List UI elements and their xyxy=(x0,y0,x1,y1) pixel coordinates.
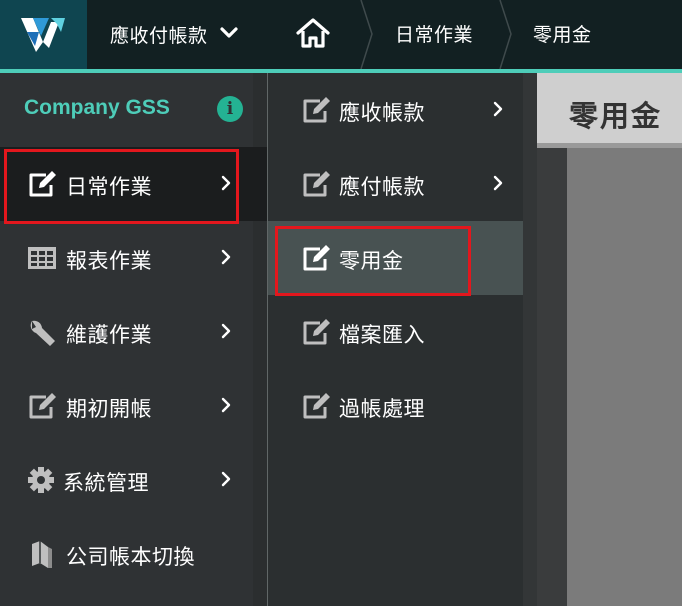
submenu-item-label: 零用金 xyxy=(339,249,404,273)
table-icon xyxy=(28,247,56,269)
chevron-right-icon xyxy=(221,249,231,265)
chevron-right-icon xyxy=(493,101,503,117)
gear-icon xyxy=(28,467,54,493)
content-area xyxy=(567,148,682,606)
chevron-right-icon xyxy=(221,175,231,191)
edit-icon xyxy=(29,393,56,419)
home-icon xyxy=(296,18,330,48)
sidebar-item-label: 期初開帳 xyxy=(66,397,152,421)
submenu-item-accounts-receivable[interactable]: 應收帳款 xyxy=(268,73,524,147)
sidebar-item-switch-company-ledger[interactable]: 公司帳本切換 xyxy=(0,517,253,591)
submenu-item-accounts-payable[interactable]: 應付帳款 xyxy=(268,147,524,221)
module-selector-label: 應收付帳款 xyxy=(110,25,208,47)
edit-icon xyxy=(303,171,330,197)
sidebar-item-label: 日常作業 xyxy=(66,175,152,199)
edit-icon xyxy=(303,393,330,419)
edit-icon xyxy=(303,319,330,345)
sidebar-item-label: 公司帳本切換 xyxy=(66,545,195,569)
wrench-icon xyxy=(30,320,55,346)
sidebar-item-maintenance[interactable]: 維護作業 xyxy=(0,295,253,369)
submenu-item-file-import[interactable]: 檔案匯入 xyxy=(268,295,524,369)
book-icon xyxy=(32,541,52,568)
edit-icon xyxy=(29,171,56,197)
app-logo[interactable] xyxy=(0,0,87,69)
submenu-panel: 應收帳款 應付帳款 零用金 檔案匯入 過帳處理 xyxy=(267,73,538,606)
submenu-item-label: 過帳處理 xyxy=(339,397,425,421)
submenu-item-label: 應付帳款 xyxy=(339,175,425,199)
panel-gap xyxy=(523,73,537,606)
chevron-right-icon xyxy=(221,471,231,487)
content-side-strip xyxy=(537,148,567,606)
submenu-item-label: 檔案匯入 xyxy=(339,323,425,347)
sidebar-item-opening-balance[interactable]: 期初開帳 xyxy=(0,369,253,443)
breadcrumb-item-petty-cash[interactable]: 零用金 xyxy=(533,20,592,47)
sidebar-item-system-admin[interactable]: 系統管理 xyxy=(0,443,253,517)
content-header: 零用金 xyxy=(537,73,682,143)
logo-icon xyxy=(21,18,65,52)
chevron-right-icon xyxy=(221,323,231,339)
chevron-right-icon xyxy=(493,175,503,191)
sidebar-item-reports[interactable]: 報表作業 xyxy=(0,221,253,295)
edit-icon xyxy=(303,245,330,271)
sidebar: Company GSS i 日常作業 報表作業 維護作業 期初開帳 系統管理 公… xyxy=(0,73,267,606)
submenu-item-label: 應收帳款 xyxy=(339,101,425,125)
top-navigation-bar: 應收付帳款 日常作業 零用金 xyxy=(0,0,682,69)
submenu-item-posting[interactable]: 過帳處理 xyxy=(268,369,524,443)
edit-icon xyxy=(303,97,330,123)
company-name: Company GSS xyxy=(24,96,170,119)
breadcrumb-item-daily-operations[interactable]: 日常作業 xyxy=(395,20,473,47)
sidebar-item-daily-operations[interactable]: 日常作業 xyxy=(0,147,267,221)
chevron-down-icon xyxy=(220,27,238,38)
sidebar-item-label: 維護作業 xyxy=(66,323,152,347)
home-button[interactable] xyxy=(294,14,332,54)
page-title: 零用金 xyxy=(569,99,663,133)
info-icon[interactable]: i xyxy=(217,96,243,122)
submenu-item-petty-cash[interactable]: 零用金 xyxy=(268,221,538,295)
breadcrumb-separator xyxy=(499,0,512,69)
sidebar-item-label: 系統管理 xyxy=(63,471,149,495)
breadcrumb-separator xyxy=(360,0,373,69)
module-selector[interactable]: 應收付帳款 xyxy=(87,0,262,69)
chevron-right-icon xyxy=(221,397,231,413)
sidebar-item-label: 報表作業 xyxy=(66,249,152,273)
